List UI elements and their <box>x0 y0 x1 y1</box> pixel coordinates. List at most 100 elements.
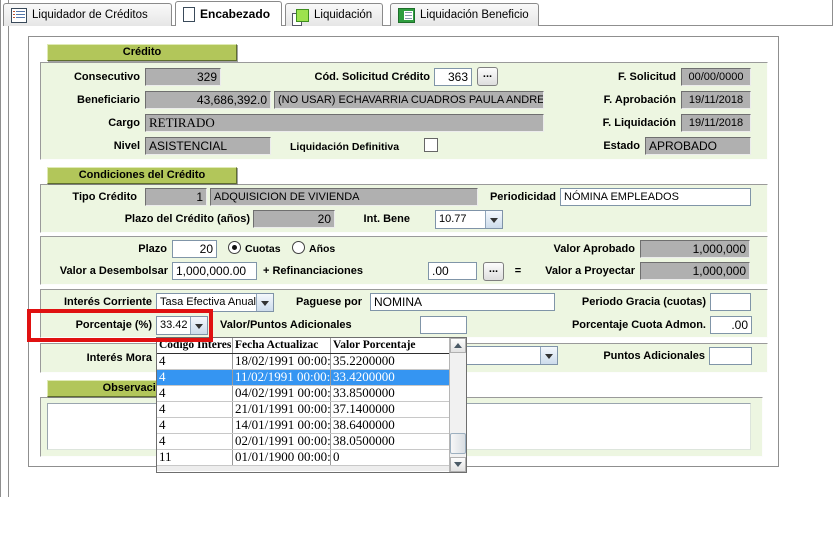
cuota-admon-field[interactable]: .00 <box>710 316 752 334</box>
tab-liquidador-de-creditos[interactable]: Liquidador de Créditos <box>3 3 172 26</box>
note-icon <box>296 9 309 22</box>
tab-control-inner-left-border <box>8 0 9 497</box>
grid-cell: 4 <box>157 402 233 417</box>
grid-cell: 14/01/1991 00:00:00 <box>233 418 331 433</box>
f-liquidacion-field: 19/11/2018 <box>681 114 751 132</box>
cargo-label: Cargo <box>30 116 140 131</box>
cod-solicitud-browse-button[interactable]: ... <box>477 67 498 86</box>
int-bene-combo[interactable]: 10.77 <box>435 210 503 229</box>
paguese-label: Paguese por <box>270 295 362 310</box>
grid-body: 418/02/1991 00:00:0035.2200000411/02/199… <box>157 354 466 466</box>
porcentaje-dropdown-grid: Codigo Interes Fecha Actualizac Valor Po… <box>156 337 467 473</box>
liquidacion-definitiva-checkbox[interactable] <box>424 138 438 152</box>
tab-label: Encabezado <box>200 7 270 21</box>
f-solicitud-label: F. Solicitud <box>540 70 676 85</box>
valor-puntos-label: Valor/Puntos Adicionales <box>220 318 415 333</box>
periodo-gracia-field[interactable] <box>710 293 751 311</box>
grid-row[interactable]: 1101/01/1900 00:00:000 <box>157 450 466 466</box>
grid-cell: 02/01/1991 00:00:00 <box>233 434 331 449</box>
tipo-credito-label: Tipo Crédito <box>30 190 137 205</box>
book-icon <box>398 8 415 23</box>
grid-scrollbar[interactable] <box>449 338 466 472</box>
cargo-field: RETIRADO <box>145 114 544 132</box>
tab-encabezado[interactable]: Encabezado <box>175 1 282 26</box>
estado-field: APROBADO <box>645 137 751 155</box>
list-icon <box>11 8 27 23</box>
valor-aprobado-field: 1,000,000 <box>640 240 750 258</box>
grid-cell: 4 <box>157 386 233 401</box>
int-bene-label: Int. Bene <box>340 212 410 227</box>
periodicidad-label: Periodicidad <box>470 190 556 205</box>
chevron-down-icon[interactable] <box>485 211 502 228</box>
f-aprobacion-field: 19/11/2018 <box>681 91 751 109</box>
grid-row[interactable]: 414/01/1991 00:00:0038.6400000 <box>157 418 466 434</box>
refinanciaciones-field[interactable]: .00 <box>428 262 477 280</box>
grid-cell: 01/01/1900 00:00:00 <box>233 450 331 465</box>
plazo-anos-label: Plazo del Crédito (años) <box>30 212 250 227</box>
puntos-adicionales-label: Puntos Adicionales <box>575 349 705 364</box>
grid-row[interactable]: 418/02/1991 00:00:0035.2200000 <box>157 354 466 370</box>
chevron-down-icon[interactable] <box>540 347 557 364</box>
tipo-credito-cod-field: 1 <box>145 188 207 206</box>
valor-proyectar-field: 1,000,000 <box>640 262 750 280</box>
plazo-field[interactable]: 20 <box>172 240 217 258</box>
anos-radio[interactable] <box>292 241 305 254</box>
grid-cell: 38.6400000 <box>331 418 449 433</box>
grid-row[interactable]: 411/02/1991 00:00:0033.4200000 <box>157 370 466 386</box>
tab-liquidacion-beneficio[interactable]: Liquidación Beneficio <box>390 3 539 26</box>
grid-row[interactable]: 421/01/1991 00:00:0037.1400000 <box>157 402 466 418</box>
estado-label: Estado <box>560 139 640 154</box>
int-bene-value: 10.77 <box>436 211 485 228</box>
grid-row[interactable]: 402/01/1991 00:00:0038.0500000 <box>157 434 466 450</box>
anos-radio-label: Años <box>309 242 349 257</box>
interes-mora-label: Interés Mora <box>40 351 152 366</box>
credito-header: Crédito <box>47 44 237 61</box>
cod-solicitud-label: Cód. Solicitud Crédito <box>270 70 430 85</box>
valor-puntos-field[interactable] <box>420 316 467 334</box>
interes-corriente-label: Interés Corriente <box>30 295 152 310</box>
valor-desembolsar-field[interactable]: 1,000,000.00 <box>172 262 257 280</box>
grid-cell: 0 <box>331 450 449 465</box>
beneficiario-nombre-field: (NO USAR) ECHAVARRIA CUADROS PAULA ANDRE… <box>274 91 544 109</box>
f-solicitud-field: 00/00/0000 <box>681 68 751 86</box>
beneficiario-label: Beneficiario <box>30 93 140 108</box>
page-icon <box>183 7 195 22</box>
condiciones-header: Condiciones del Crédito <box>47 167 237 184</box>
grid-cell: 18/02/1991 00:00:00 <box>233 354 331 369</box>
tab-label: Liquidador de Créditos <box>32 9 148 21</box>
scrollbar-thumb[interactable] <box>450 433 466 454</box>
scroll-down-icon[interactable] <box>450 457 466 472</box>
cuota-admon-label: Porcentaje Cuota Admon. <box>556 318 706 333</box>
grid-cell: 4 <box>157 418 233 433</box>
tab-label: Liquidación <box>314 9 372 21</box>
periodo-gracia-label: Periodo Gracia (cuotas) <box>562 295 706 310</box>
puntos-adicionales-field[interactable] <box>709 347 752 365</box>
cuotas-radio[interactable] <box>228 241 241 254</box>
grid-footer-strip <box>157 466 466 471</box>
grid-cell: 4 <box>157 354 233 369</box>
cod-solicitud-field[interactable]: 363 <box>434 68 472 86</box>
paguese-field[interactable]: NOMINA <box>370 293 555 311</box>
consecutivo-label: Consecutivo <box>30 70 140 85</box>
nivel-label: Nivel <box>30 139 140 154</box>
tab-liquidacion[interactable]: Liquidación <box>285 3 383 26</box>
f-liquidacion-label: F. Liquidación <box>540 116 676 131</box>
grid-column-header[interactable]: Fecha Actualizac <box>233 338 331 353</box>
grid-column-header[interactable]: Valor Porcentaje <box>331 338 449 353</box>
grid-cell: 04/02/1991 00:00:00 <box>233 386 331 401</box>
grid-row[interactable]: 404/02/1991 00:00:0033.8500000 <box>157 386 466 402</box>
periodicidad-field[interactable]: NÓMINA EMPLEADOS <box>560 188 751 206</box>
f-aprobacion-label: F. Aprobación <box>540 93 676 108</box>
scroll-up-icon[interactable] <box>450 338 466 353</box>
beneficiario-id-field: 43,686,392.0 <box>145 91 271 109</box>
tipo-credito-desc-field: ADQUISICION DE VIVIENDA <box>210 188 478 206</box>
grid-cell: 4 <box>157 434 233 449</box>
valor-aprobado-label: Valor Aprobado <box>480 242 635 257</box>
plazo-anos-field: 20 <box>253 210 335 228</box>
cuotas-radio-label: Cuotas <box>245 242 290 257</box>
tab-control-right-border <box>832 0 833 26</box>
valor-proyectar-label: Valor a Proyectar <box>480 264 635 279</box>
grid-cell: 11 <box>157 450 233 465</box>
refinanciaciones-label: + Refinanciaciones <box>263 264 418 279</box>
nivel-field: ASISTENCIAL <box>145 137 271 155</box>
